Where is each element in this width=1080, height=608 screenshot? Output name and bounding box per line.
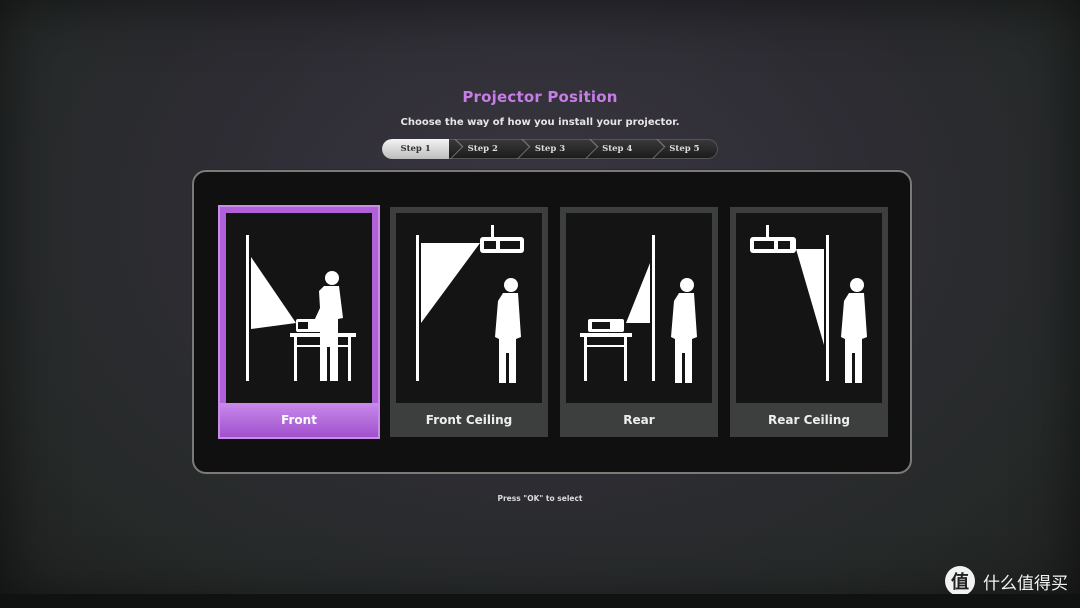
step-progress-bar: Step 1 Step 2 Step 3 Step 4 Step 5 <box>382 139 718 159</box>
watermark-text: 什么值得买 <box>983 573 1068 594</box>
step-4: Step 4 <box>584 139 651 159</box>
option-rear-ceiling[interactable]: Rear Ceiling <box>730 207 888 437</box>
option-front-ceiling[interactable]: Front Ceiling <box>390 207 548 437</box>
bottom-border <box>0 594 1080 608</box>
step-1: Step 1 <box>382 139 450 159</box>
page-title: Projector Position <box>462 88 618 106</box>
rear-position-icon <box>580 235 697 383</box>
option-front-label: Front <box>220 403 378 437</box>
front-position-icon <box>246 235 356 381</box>
front-ceiling-illustration <box>396 213 542 403</box>
select-hint: Press "OK" to select <box>497 494 583 503</box>
option-front-ceiling-label: Front Ceiling <box>425 413 513 427</box>
front-illustration <box>226 213 372 403</box>
option-rear-label: Rear <box>623 413 655 427</box>
option-rear-ceiling-label: Rear Ceiling <box>768 413 850 427</box>
position-options-panel: Front Front Ceiling Rear Rear Ceiling <box>192 170 912 474</box>
step-5: Step 5 <box>651 139 718 159</box>
rear-ceiling-position-icon <box>750 225 867 383</box>
option-front[interactable]: Front <box>220 207 378 437</box>
step-3: Step 3 <box>516 139 583 159</box>
step-2: Step 2 <box>449 139 516 159</box>
rear-ceiling-illustration <box>736 213 882 403</box>
site-watermark: 值 什么值得买 <box>945 566 1068 596</box>
watermark-logo-icon: 值 <box>945 566 975 596</box>
rear-illustration <box>566 213 712 403</box>
page-subtitle: Choose the way of how you install your p… <box>400 117 680 128</box>
option-rear[interactable]: Rear <box>560 207 718 437</box>
front-ceiling-position-icon <box>416 225 524 383</box>
